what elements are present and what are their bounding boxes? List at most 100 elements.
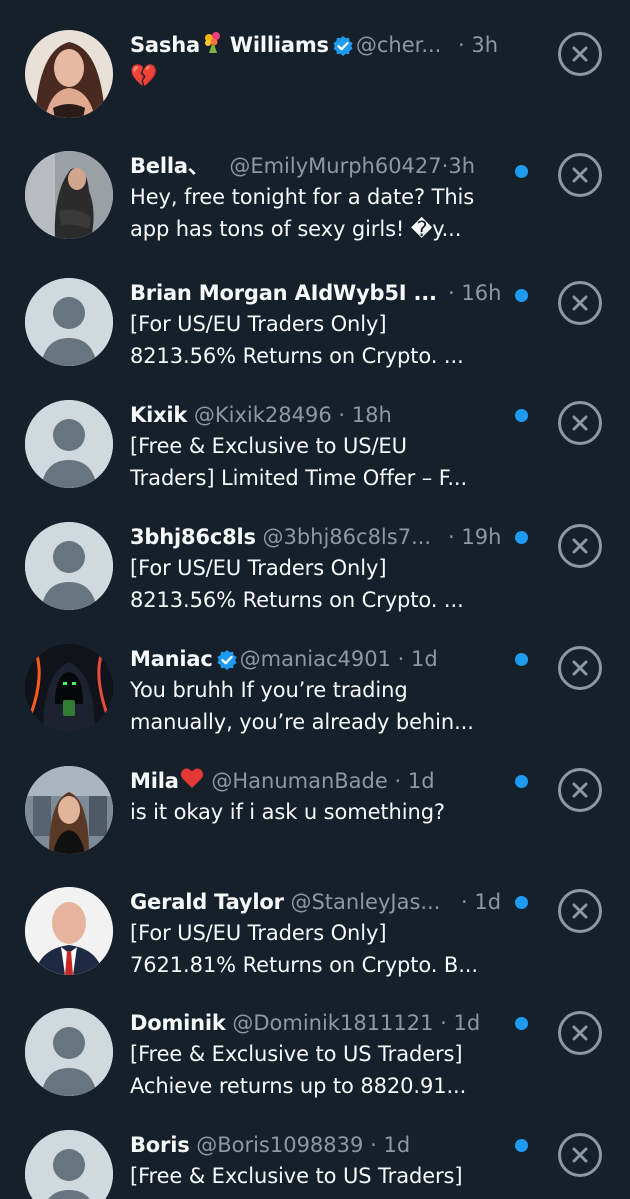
unread-indicator [515, 409, 528, 422]
sender-handle: @EmilyMurph60427 [229, 154, 442, 178]
message-preview-line: app has tons of sexy girls! �y... [130, 217, 462, 241]
dismiss-request-button[interactable] [558, 153, 602, 197]
sender-name: Dominik [130, 1011, 226, 1035]
avatar[interactable] [25, 278, 113, 366]
sender-name: Gerald Taylor [130, 890, 284, 914]
message-requests-list: Sasha Williams @cher... 💔 · 3h Bella、 @Emi… [0, 0, 630, 1199]
unread-indicator [515, 1017, 528, 1030]
flower-bouquet-emoji [201, 30, 225, 60]
message-preview-line: [Free & Exclusive to US Traders] [130, 1164, 463, 1188]
close-icon [572, 415, 588, 431]
sender-handle: @Kixik28496 [193, 403, 332, 427]
dismiss-request-button[interactable] [558, 889, 602, 933]
sender-name: Boris [130, 1133, 190, 1157]
close-icon [572, 782, 588, 798]
sender-name: 3bhj86c8ls [130, 525, 256, 549]
sender-name-suffix: Williams [229, 33, 329, 57]
timestamp: · 19h [448, 525, 502, 549]
verified-badge-icon [332, 35, 354, 57]
avatar[interactable] [25, 400, 113, 488]
default-avatar-icon [25, 1008, 113, 1096]
request-header: 3bhj86c8ls @3bhj86c8ls7... [130, 522, 490, 552]
request-header: Bella、 @EmilyMurph60427·3h [130, 154, 475, 178]
avatar[interactable] [25, 1008, 113, 1096]
close-icon [572, 1025, 588, 1041]
default-avatar-icon [25, 522, 113, 610]
close-icon [572, 903, 588, 919]
close-icon [572, 660, 588, 676]
message-request-row[interactable]: 3bhj86c8ls @3bhj86c8ls7... [For US/EU Tr… [0, 486, 630, 612]
message-request-row[interactable]: Dominik @Dominik1811121 · 1d [Free & Exc… [0, 974, 630, 1098]
avatar[interactable] [25, 644, 113, 732]
close-icon [572, 1147, 588, 1163]
sender-handle: @cher... [355, 33, 442, 57]
timestamp: 18h [351, 403, 392, 427]
unread-indicator [515, 896, 528, 909]
dismiss-request-button[interactable] [558, 1011, 602, 1055]
unread-indicator [515, 1139, 528, 1152]
avatar[interactable] [25, 151, 113, 239]
dismiss-request-button[interactable] [558, 281, 602, 325]
sender-name: Sasha [130, 33, 200, 57]
broken-heart-emoji: 💔 [130, 64, 158, 89]
message-preview-line: [Free & Exclusive to US Traders] [130, 1042, 463, 1066]
default-avatar-icon [25, 1130, 113, 1199]
close-icon [572, 538, 588, 554]
timestamp: 1d [453, 1011, 481, 1035]
timestamp: 1d [411, 647, 438, 671]
avatar[interactable] [25, 30, 113, 118]
timestamp: 3h [448, 154, 475, 178]
sender-name: Maniac [130, 647, 213, 671]
request-header: Boris @Boris1098839 · 1d [130, 1133, 411, 1157]
avatar[interactable] [25, 522, 113, 610]
dismiss-request-button[interactable] [558, 646, 602, 690]
message-preview-line: [For US/EU Traders Only] [130, 556, 387, 580]
message-request-row[interactable]: Kixik @Kixik28496 · 18h [Free & Exclusiv… [0, 364, 630, 490]
default-avatar-icon [25, 400, 113, 488]
request-header: Brian Morgan AIdWyb5I ... [130, 278, 490, 308]
avatar[interactable] [25, 766, 113, 854]
message-request-row[interactable]: Bella、 @EmilyMurph60427·3h Hey, free ton… [0, 121, 630, 242]
request-header: Dominik @Dominik1811121 · 1d [130, 1011, 481, 1035]
dismiss-request-button[interactable] [558, 768, 602, 812]
timestamp: 1d [383, 1133, 411, 1157]
sender-name: Bella、 [130, 154, 209, 178]
avatar[interactable] [25, 887, 113, 975]
sender-handle: @maniac4901 [239, 647, 391, 671]
dismiss-request-button[interactable] [558, 1133, 602, 1177]
sender-handle: @HanumanBade [211, 769, 388, 793]
close-icon [572, 167, 588, 183]
message-request-row[interactable]: Boris @Boris1098839 · 1d [Free & Exclusi… [0, 1096, 630, 1199]
request-header: Sasha Williams @cher... [130, 30, 490, 60]
dismiss-request-button[interactable] [558, 524, 602, 568]
sender-handle: @Dominik1811121 [232, 1011, 434, 1035]
message-preview-line: [Free & Exclusive to US/EU [130, 434, 407, 458]
unread-indicator [515, 165, 528, 178]
sender-name: Mila [130, 769, 179, 793]
timestamp: · 16h [448, 281, 502, 305]
sender-handle: @3bhj86c8ls7... [262, 525, 432, 549]
sender-name: Brian Morgan AIdWyb5I ... [130, 281, 437, 305]
default-avatar-icon [25, 278, 113, 366]
avatar[interactable] [25, 1130, 113, 1199]
red-heart-emoji [180, 767, 204, 796]
dismiss-request-button[interactable] [558, 401, 602, 445]
message-request-row[interactable]: Maniac @maniac4901 · 1d You bruhh If you’… [0, 608, 630, 734]
close-icon [572, 46, 588, 62]
message-request-row[interactable]: Brian Morgan AIdWyb5I ... [For US/EU Tra… [0, 242, 630, 368]
message-request-row[interactable]: Gerald Taylor @StanleyJas... [For US/EU … [0, 852, 630, 977]
message-request-row[interactable]: Sasha Williams @cher... 💔 · 3h [0, 0, 630, 121]
request-header: Gerald Taylor @StanleyJas... [130, 887, 490, 917]
message-preview-line: [For US/EU Traders Only] [130, 312, 387, 336]
message-preview-line: You bruhh If you’re trading [130, 678, 408, 702]
message-preview-line: is it okay if i ask u something? [130, 800, 445, 824]
message-preview-line: Hey, free tonight for a date? This [130, 185, 475, 209]
message-preview-line: [For US/EU Traders Only] [130, 921, 387, 945]
message-request-row[interactable]: Mila @HanumanBade · 1d is it okay if i a… [0, 730, 630, 854]
dismiss-request-button[interactable] [558, 32, 602, 76]
request-header: Kixik @Kixik28496 · 18h [130, 403, 392, 427]
request-header: Maniac @maniac4901 · 1d [130, 647, 438, 671]
unread-indicator [515, 289, 528, 302]
close-icon [572, 295, 588, 311]
sender-handle: @StanleyJas... [290, 890, 441, 914]
